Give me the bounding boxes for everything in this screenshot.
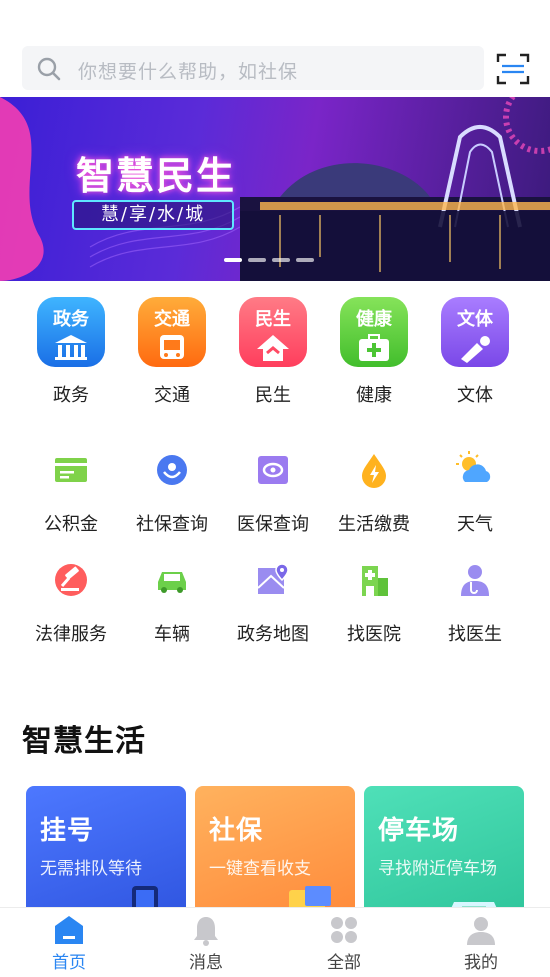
card-subtitle: 一键查看收支: [209, 859, 311, 879]
utility-payment-icon: [362, 454, 386, 488]
scan-icon[interactable]: [496, 52, 530, 86]
search-bar: 你想要什么帮助，如社保: [0, 44, 550, 94]
category-tile-text: 文体: [457, 309, 493, 330]
card-subtitle: 寻找附近停车场: [378, 859, 497, 879]
bus-icon: [160, 335, 184, 359]
carousel-dot[interactable]: [224, 258, 242, 262]
doctor-icon: [461, 565, 489, 596]
category-row: 政务 政务 交通 交通 民生 民生 健康 健康 文体 文体: [0, 297, 550, 412]
tab-label: 全部: [327, 953, 361, 973]
service-label: 社保查询: [136, 514, 208, 535]
banner-title: 智慧民生: [76, 154, 237, 198]
service-utility-payment[interactable]: 生活缴费: [324, 448, 424, 536]
category-label: 交通: [154, 385, 190, 406]
car-icon: [158, 572, 186, 593]
card-subtitle: 无需排队等待: [40, 859, 142, 879]
card-registration[interactable]: 挂号 无需排队等待: [26, 786, 186, 918]
house-icon: [257, 335, 289, 361]
service-label: 公积金: [44, 514, 98, 535]
tab-messages[interactable]: 消息: [156, 908, 256, 977]
card-title: 社保: [209, 816, 264, 846]
medical-kit-icon: [359, 334, 389, 361]
government-building-icon: [55, 335, 87, 360]
service-social-security[interactable]: 社保查询: [122, 448, 222, 536]
service-label: 生活缴费: [338, 514, 410, 535]
banner-carousel[interactable]: 智慧民生 慧/享/水/城: [0, 97, 550, 281]
carousel-dot[interactable]: [272, 258, 290, 262]
tab-profile[interactable]: 我的: [431, 908, 531, 977]
medical-insurance-icon: [258, 456, 288, 484]
category-tile: 健康: [340, 297, 408, 367]
service-medical-insurance[interactable]: 医保查询: [223, 448, 323, 536]
service-label: 找医生: [448, 624, 502, 645]
user-icon: [467, 917, 495, 945]
category-tile: 交通: [138, 297, 206, 367]
social-security-icon: [157, 455, 187, 485]
home-icon: [55, 916, 83, 944]
service-vehicle[interactable]: 车辆: [122, 558, 222, 646]
category-health[interactable]: 健康 健康: [324, 297, 424, 407]
card-parking[interactable]: 停车场 寻找附近停车场: [364, 786, 524, 918]
service-label: 医保查询: [237, 514, 309, 535]
tab-label: 消息: [189, 953, 223, 973]
tab-all[interactable]: 全部: [294, 908, 394, 977]
category-tile-text: 民生: [255, 309, 291, 330]
tab-label: 我的: [464, 953, 498, 973]
category-label: 文体: [457, 385, 493, 406]
card-title: 挂号: [40, 816, 95, 846]
tab-label: 首页: [52, 953, 86, 973]
bell-icon: [194, 917, 218, 946]
banner-subtitle: 慧/享/水/城: [72, 200, 234, 230]
bottom-tab-bar: 首页 消息 全部 我的: [0, 907, 550, 977]
sports-icon: [461, 336, 490, 363]
hospital-icon: [362, 566, 388, 596]
category-label: 政务: [53, 385, 89, 406]
category-government[interactable]: 政务 政务: [21, 297, 121, 407]
service-label: 找医院: [347, 624, 401, 645]
service-label: 车辆: [154, 624, 190, 645]
weather-icon: [456, 451, 491, 482]
search-input[interactable]: 你想要什么帮助，如社保: [22, 46, 484, 90]
search-icon: [37, 57, 61, 81]
category-label: 健康: [356, 385, 392, 406]
housing-fund-icon: [55, 458, 87, 482]
category-label: 民生: [255, 385, 291, 406]
category-tile: 民生: [239, 297, 307, 367]
service-label: 政务地图: [237, 624, 309, 645]
map-icon: [257, 563, 289, 594]
carousel-dot[interactable]: [248, 258, 266, 262]
grid-icon: [331, 917, 357, 943]
category-tile: 文体: [441, 297, 509, 367]
service-gov-map[interactable]: 政务地图: [223, 558, 323, 646]
category-culture-sports[interactable]: 文体 文体: [425, 297, 525, 407]
card-title: 停车场: [378, 816, 460, 846]
search-placeholder: 你想要什么帮助，如社保: [78, 61, 299, 83]
category-tile-text: 交通: [154, 309, 190, 330]
service-legal[interactable]: 法律服务: [21, 558, 121, 646]
service-label: 天气: [457, 514, 493, 535]
service-find-hospital[interactable]: 找医院: [324, 558, 424, 646]
category-livelihood[interactable]: 民生 民生: [223, 297, 323, 407]
service-weather[interactable]: 天气: [425, 448, 525, 536]
category-tile-text: 健康: [356, 309, 392, 330]
carousel-indicator: [224, 258, 314, 262]
category-tile-text: 政务: [53, 309, 89, 330]
service-find-doctor[interactable]: 找医生: [425, 558, 525, 646]
category-tile: 政务: [37, 297, 105, 367]
gavel-icon: [55, 564, 87, 596]
carousel-dot[interactable]: [296, 258, 314, 262]
service-housing-fund[interactable]: 公积金: [21, 448, 121, 536]
card-social-security[interactable]: 社保 一键查看收支: [195, 786, 355, 918]
category-transport[interactable]: 交通 交通: [122, 297, 222, 407]
tab-home[interactable]: 首页: [19, 908, 119, 977]
service-label: 法律服务: [35, 624, 107, 645]
section-title: 智慧生活: [22, 724, 146, 759]
